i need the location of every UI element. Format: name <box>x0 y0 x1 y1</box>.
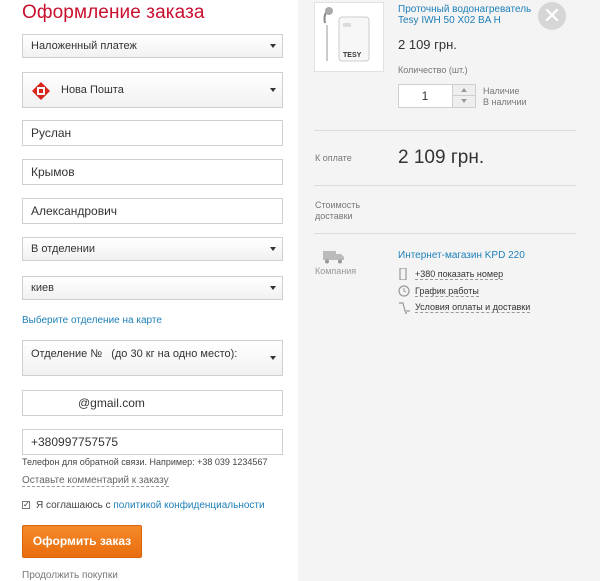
carrier-select[interactable]: Нова Пошта <box>22 72 283 108</box>
show-phone-link[interactable]: +380 показать номер <box>415 269 504 280</box>
continue-shopping-link[interactable]: Продолжить покупки <box>22 570 118 581</box>
delivery-type-select[interactable]: В отделении <box>22 237 283 261</box>
divider <box>314 233 576 234</box>
clock-icon <box>398 285 410 297</box>
middle-name-input[interactable]: Александрович <box>22 198 283 224</box>
divider <box>314 130 576 131</box>
branch-note: (до 30 кг на одно место): <box>111 348 238 360</box>
agree-checkbox[interactable]: ✓ <box>22 501 30 509</box>
privacy-policy-link[interactable]: политикой конфиденциальности <box>113 500 264 511</box>
work-schedule-link[interactable]: График работы <box>415 286 479 297</box>
payment-method-select[interactable]: Наложенный платеж <box>22 34 283 58</box>
close-icon: ✕ <box>542 3 562 28</box>
last-name-input[interactable]: Крымов <box>22 159 283 185</box>
leave-comment-link[interactable]: Оставьте комментарий к заказу <box>22 475 169 487</box>
city-select[interactable]: киев <box>22 276 283 300</box>
divider <box>314 185 576 186</box>
payment-delivery-icon <box>399 302 410 314</box>
agree-text: Я соглашаюсь с политикой конфиденциально… <box>36 500 265 511</box>
phone-icon <box>399 268 407 280</box>
shop-name-link[interactable]: Интернет-магазин KPD 220 <box>398 250 525 261</box>
first-name-input[interactable]: Руслан <box>22 120 283 146</box>
chevron-down-icon <box>270 356 276 360</box>
availability: Наличие В наличии <box>483 86 527 108</box>
remove-item-button[interactable]: ✕ <box>538 2 566 30</box>
arrow-down-icon <box>461 99 467 103</box>
chevron-down-icon <box>270 88 276 92</box>
page-title: Оформление заказа <box>22 2 205 23</box>
quantity-stepper[interactable]: 1 <box>398 84 476 108</box>
city-value: киев <box>31 282 54 294</box>
phone-input[interactable]: +380997757575 <box>22 429 283 455</box>
company-label: Компания <box>315 266 357 276</box>
payment-delivery-terms-link[interactable]: Условия оплаты и доставки <box>415 302 531 313</box>
quantity-input[interactable]: 1 <box>399 85 451 107</box>
availability-label: Наличие <box>483 86 520 96</box>
arrow-up-icon <box>461 88 467 92</box>
agree-label: Я соглашаюсь с <box>36 500 111 511</box>
water-heater-image-icon: TESY <box>323 7 370 62</box>
total-value: 2 109 грн. <box>398 147 485 168</box>
product-price: 2 109 грн. <box>398 37 457 52</box>
delivery-cost-line2: доставки <box>315 211 353 221</box>
branch-label: Отделение № <box>31 348 103 360</box>
carrier-value: Нова Пошта <box>61 84 124 96</box>
chevron-down-icon <box>270 44 276 48</box>
total-label: К оплате <box>315 153 352 163</box>
delivery-cost-line1: Стоимость <box>315 200 361 210</box>
chevron-down-icon <box>270 247 276 251</box>
delivery-type-value: В отделении <box>31 243 96 255</box>
quantity-decrease-button[interactable] <box>452 96 475 107</box>
nova-poshta-logo-icon <box>32 82 50 100</box>
truck-icon <box>323 251 344 264</box>
quantity-label: Количество (шт.) <box>398 65 468 75</box>
branch-select[interactable]: Отделение № (до 30 кг на одно место): <box>22 340 283 376</box>
phone-hint: Телефон для обратной связи. Например: +3… <box>22 457 268 467</box>
chevron-down-icon <box>270 286 276 290</box>
product-name-link[interactable]: Проточный водонагреватель Tesy IWH 50 X0… <box>398 4 548 26</box>
quantity-increase-button[interactable] <box>452 85 475 96</box>
availability-status: В наличии <box>483 97 527 107</box>
submit-order-button[interactable]: Оформить заказ <box>22 525 142 558</box>
email-input[interactable]: @gmail.com <box>22 390 283 416</box>
delivery-cost-label: Стоимость доставки <box>315 200 360 222</box>
payment-method-value: Наложенный платеж <box>31 40 137 52</box>
product-brand-text: TESY <box>343 52 362 59</box>
product-image[interactable]: TESY <box>314 2 384 72</box>
choose-branch-on-map-link[interactable]: Выберите отделение на карте <box>22 315 162 326</box>
